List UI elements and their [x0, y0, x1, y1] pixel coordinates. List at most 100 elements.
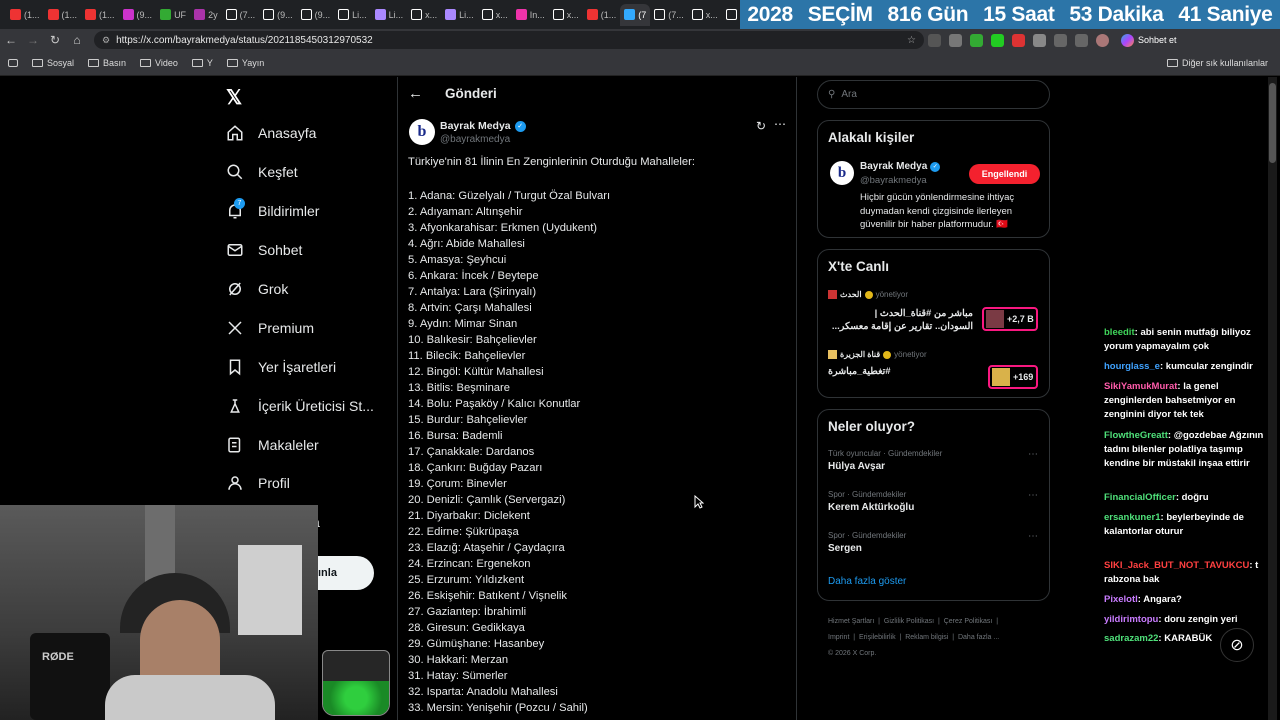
browser-tab[interactable]: (1...: [44, 4, 82, 26]
browser-tab[interactable]: (9...: [259, 4, 297, 26]
chat-username[interactable]: sadrazam22: [1104, 633, 1158, 644]
browser-tab[interactable]: (7...: [222, 4, 260, 26]
nav-premium[interactable]: Premium: [226, 319, 314, 337]
back-arrow-icon[interactable]: ←: [408, 85, 423, 102]
post-list-line: 2. Adıyaman: Altınşehir: [408, 206, 523, 218]
footer-link[interactable]: Gizlilik Politikası: [884, 618, 934, 625]
browser-tab[interactable]: (7...: [650, 4, 688, 26]
live-item[interactable]: الحدث yönetiyor مباشر من #قناة_الحدث | ا…: [828, 290, 1040, 338]
home-icon[interactable]: ⌂: [66, 29, 88, 51]
browser-tab[interactable]: Li...: [371, 4, 408, 26]
chat-username[interactable]: SikiYamukMurat: [1104, 381, 1177, 392]
trend-item[interactable]: Spor · Gündemdekiler Kerem Aktürkoğlu ⋯: [828, 490, 1038, 513]
browser-tab[interactable]: UF: [156, 4, 190, 26]
chat-button[interactable]: Sohbet et: [1121, 33, 1177, 47]
show-more-link[interactable]: Daha fazla göster: [828, 576, 906, 587]
extension-icon[interactable]: [1075, 33, 1088, 47]
browser-tab[interactable]: Li...: [441, 4, 478, 26]
footer-link[interactable]: Daha fazla ...: [958, 634, 999, 641]
chat-username[interactable]: FinancialOfficer: [1104, 492, 1176, 503]
author-name-row[interactable]: Bayrak Medya ✓: [440, 120, 526, 132]
bookmark-folder[interactable]: Yayın: [226, 58, 264, 68]
chat-username[interactable]: bleedit: [1104, 327, 1135, 338]
extension-icon[interactable]: [1033, 33, 1046, 47]
browser-tab[interactable]: (1...: [6, 4, 44, 26]
profile-avatar[interactable]: [1096, 33, 1109, 47]
bookmark-folder[interactable]: Y: [191, 58, 213, 68]
tab-label: Li...: [459, 9, 474, 20]
nav-chat[interactable]: Sohbet: [226, 241, 302, 259]
grok-floating-icon[interactable]: ⊘: [1220, 628, 1254, 662]
live-on-x-card: X'te Canlı الحدث yönetiyor مباشر من #قنا…: [817, 249, 1050, 398]
footer-link[interactable]: Hizmet Şartları: [828, 618, 874, 625]
scrollbar-thumb[interactable]: [1269, 83, 1276, 163]
chat-username[interactable]: SIKI_Jack_BUT_NOT_TAVUKCU: [1104, 560, 1249, 571]
more-options-icon[interactable]: ⋯: [1028, 449, 1038, 460]
nav-home[interactable]: Anasayfa: [226, 124, 316, 142]
tab-actions-icon[interactable]: [8, 59, 18, 67]
related-name-row[interactable]: Bayrak Medya ✓: [860, 161, 941, 172]
extension-icon[interactable]: [1054, 33, 1067, 47]
blocked-button[interactable]: Engellendi: [969, 164, 1040, 184]
more-options-icon[interactable]: ⋯: [774, 117, 786, 131]
browser-tab[interactable]: (7: [620, 3, 651, 26]
url-field[interactable]: ⚙ https://x.com/bayrakmedya/status/20211…: [94, 31, 924, 49]
related-title: Alakalı kişiler: [828, 130, 915, 145]
extension-icon[interactable]: [949, 33, 962, 47]
browser-tab[interactable]: (9...: [297, 4, 335, 26]
extension-icon[interactable]: [991, 33, 1004, 47]
nav-profile[interactable]: Profil: [226, 474, 290, 492]
nav-creator-studio[interactable]: İçerik Üreticisi St...: [226, 397, 374, 415]
x-logo-icon[interactable]: 𝕏: [226, 85, 242, 110]
chat-username[interactable]: hourglass_e: [1104, 361, 1160, 372]
browser-tab[interactable]: Li...: [334, 4, 371, 26]
nav-grok[interactable]: Grok: [226, 280, 288, 298]
browser-tab[interactable]: x...: [688, 4, 722, 26]
chat-username[interactable]: ersankuner1: [1104, 512, 1161, 523]
live-item[interactable]: قناة الجزيرة yönetiyor تغطية_مباشرة# +16…: [828, 350, 1040, 390]
bookmark-folder[interactable]: Basın: [88, 58, 126, 68]
browser-tab[interactable]: (1...: [81, 4, 119, 26]
chat-username[interactable]: yildirimtopu: [1104, 614, 1158, 625]
bookmark-star-icon[interactable]: ☆: [907, 35, 916, 46]
forward-icon[interactable]: →: [22, 29, 44, 51]
nav-articles[interactable]: Makaleler: [226, 436, 319, 454]
reload-icon[interactable]: ↻: [44, 29, 66, 51]
trend-item[interactable]: Spor · Gündemdekiler Sergen ⋯: [828, 531, 1038, 554]
browser-tab[interactable]: In...: [512, 4, 549, 26]
nav-notifications[interactable]: 7 Bildirimler: [226, 198, 319, 220]
author-avatar[interactable]: b: [409, 119, 435, 145]
more-options-icon[interactable]: ⋯: [1028, 531, 1038, 542]
back-icon[interactable]: ←: [0, 29, 22, 51]
grok-icon[interactable]: ↻: [756, 119, 766, 133]
footer-link[interactable]: Imprint: [828, 634, 849, 641]
site-info-icon[interactable]: ⚙: [102, 35, 110, 46]
other-bookmarks[interactable]: Diğer sık kullanılanlar: [1166, 58, 1268, 68]
nav-explore[interactable]: Keşfet: [226, 163, 298, 181]
nav-label: Makaleler: [258, 437, 319, 453]
x-premium-icon: [228, 321, 242, 335]
trend-item[interactable]: Türk oyuncular · Gündemdekiler Hülya Avş…: [828, 449, 1038, 472]
nav-bookmarks[interactable]: Yer İşaretleri: [226, 358, 336, 376]
browser-tab[interactable]: x...: [478, 4, 512, 26]
extension-icon[interactable]: [1012, 33, 1025, 47]
footer-link[interactable]: Reklam bilgisi: [905, 634, 948, 641]
extension-icon[interactable]: [928, 33, 941, 47]
browser-tab[interactable]: x...: [407, 4, 441, 26]
footer-link[interactable]: Çerez Politikası: [944, 618, 993, 625]
related-avatar[interactable]: b: [830, 161, 854, 185]
browser-tab[interactable]: (1...: [583, 4, 621, 26]
extension-icon[interactable]: [970, 33, 983, 47]
chat-message: Pixelotl: Angara?: [1104, 593, 1276, 607]
search-input[interactable]: ⚲ Ara: [817, 80, 1050, 109]
chat-username[interactable]: FlowtheGreatt: [1104, 430, 1168, 441]
footer-link[interactable]: Erişilebilirlik: [859, 634, 896, 641]
browser-tab[interactable]: (9...: [119, 4, 157, 26]
browser-tab[interactable]: x...: [549, 4, 583, 26]
chat-username[interactable]: Pixelotl: [1104, 594, 1138, 605]
browser-tab[interactable]: 2y: [190, 4, 222, 26]
more-options-icon[interactable]: ⋯: [1028, 490, 1038, 501]
bookmark-folder[interactable]: Sosyal: [32, 58, 74, 68]
author-handle[interactable]: @bayrakmedya: [440, 134, 510, 145]
bookmark-folder[interactable]: Video: [140, 58, 178, 68]
